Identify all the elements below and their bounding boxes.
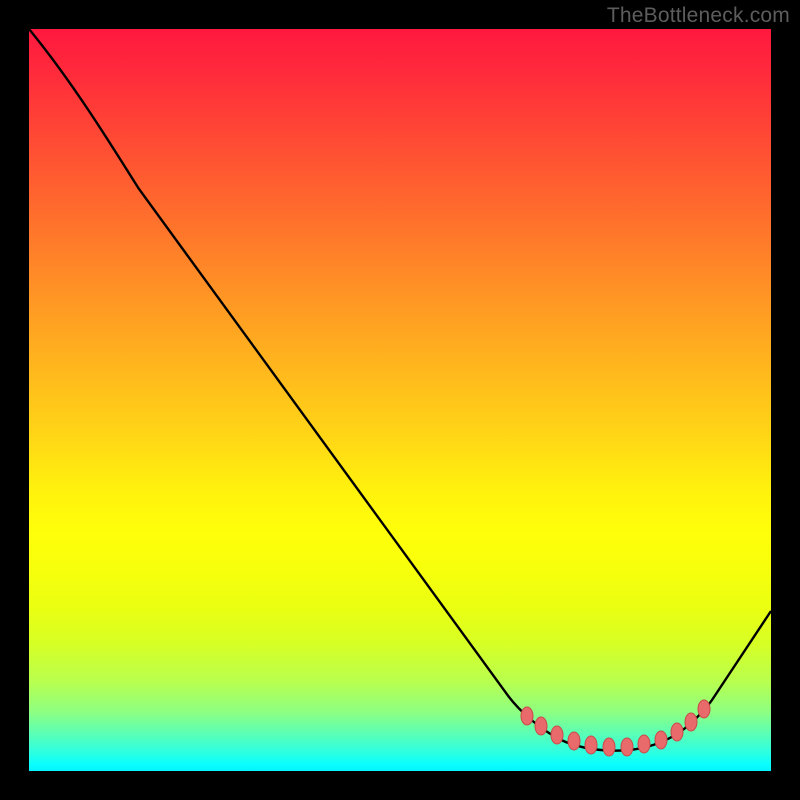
marker	[535, 717, 547, 735]
plot-area	[29, 29, 771, 771]
marker	[698, 700, 710, 718]
marker	[671, 723, 683, 741]
marker	[655, 731, 667, 749]
marker	[603, 738, 615, 756]
marker	[568, 732, 580, 750]
marker	[551, 726, 563, 744]
chart-frame: TheBottleneck.com	[0, 0, 800, 800]
chart-svg	[29, 29, 771, 771]
marker	[638, 735, 650, 753]
marker	[521, 707, 533, 725]
marker	[621, 738, 633, 756]
bottleneck-curve	[29, 29, 771, 751]
marker-group	[521, 700, 710, 756]
marker	[685, 713, 697, 731]
watermark-text: TheBottleneck.com	[607, 4, 790, 28]
marker	[585, 736, 597, 754]
